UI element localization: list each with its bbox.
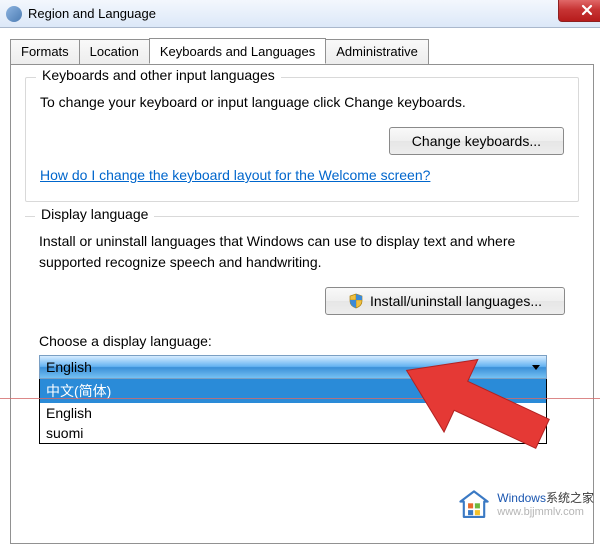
change-keyboards-button[interactable]: Change keyboards...: [389, 127, 564, 155]
install-languages-label: Install/uninstall languages...: [370, 293, 542, 309]
watermark-suffix: 系统之家: [546, 491, 594, 505]
tab-panel: Keyboards and other input languages To c…: [10, 64, 594, 544]
tab-formats[interactable]: Formats: [10, 39, 80, 65]
close-button[interactable]: [558, 0, 600, 22]
watermark-logo-icon: [457, 488, 491, 522]
keyboard-help-link[interactable]: How do I change the keyboard layout for …: [40, 167, 430, 183]
watermark-text: Windows系统之家 www.bjjmmlv.com: [497, 492, 594, 517]
content-area: Formats Location Keyboards and Languages…: [0, 28, 600, 550]
tab-keyboards-languages[interactable]: Keyboards and Languages: [149, 38, 326, 64]
shield-icon: [348, 293, 364, 309]
titlebar: Region and Language: [0, 0, 600, 28]
keyboards-description: To change your keyboard or input languag…: [40, 92, 564, 113]
watermark: Windows系统之家 www.bjjmmlv.com: [457, 488, 594, 522]
watermark-line1: Windows系统之家: [497, 492, 594, 505]
install-languages-button[interactable]: Install/uninstall languages...: [325, 287, 565, 315]
watermark-url: www.bjjmmlv.com: [497, 506, 594, 518]
globe-icon: [6, 6, 22, 22]
keyboards-groupbox: Keyboards and other input languages To c…: [25, 77, 579, 202]
install-button-row: Install/uninstall languages...: [39, 287, 565, 315]
tab-location[interactable]: Location: [79, 39, 150, 65]
annotation-arrow-icon: [370, 340, 580, 470]
keyboards-button-row: Change keyboards...: [40, 127, 564, 155]
tab-strip: Formats Location Keyboards and Languages…: [10, 38, 594, 64]
display-language-legend: Display language: [35, 206, 154, 222]
window-title: Region and Language: [28, 6, 156, 21]
watermark-brand: Windows: [497, 491, 546, 505]
close-icon: [580, 3, 594, 17]
display-language-description: Install or uninstall languages that Wind…: [39, 231, 565, 273]
tab-administrative[interactable]: Administrative: [325, 39, 429, 65]
keyboards-legend: Keyboards and other input languages: [36, 67, 281, 83]
dropdown-selected-value: English: [46, 359, 92, 375]
